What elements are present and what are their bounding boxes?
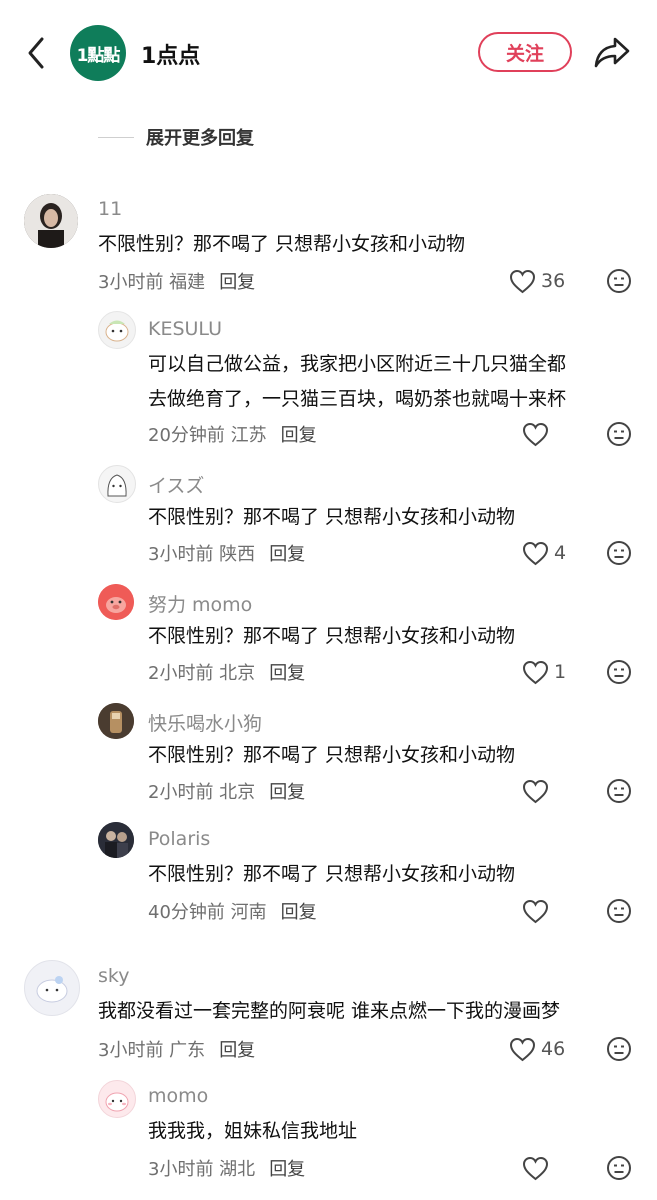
heart-icon [522,422,549,446]
reply-text-line-1: 可以自己做公益，我家把小区附近三十几只猫全都 [148,353,567,375]
reply-username[interactable]: momo [148,1085,208,1107]
time-location: 20分钟前 江苏 [148,425,267,446]
avatar[interactable] [98,1080,136,1118]
time-location: 3小时前 湖北 [148,1159,256,1180]
like-count: 1 [554,661,567,683]
like-button[interactable]: 1 [522,658,566,686]
time-location: 2小时前 北京 [148,663,256,684]
heart-icon [522,1156,549,1180]
heart-icon [522,899,549,923]
reply-text: 不限性别？那不喝了 只想帮小女孩和小动物 [148,744,516,766]
like-button[interactable] [522,1154,549,1182]
reply-button[interactable]: 回复 [281,425,317,446]
time-location: 40分钟前 河南 [148,902,267,923]
heart-icon [522,541,549,565]
like-count: 46 [541,1038,566,1060]
heart-icon [509,1037,536,1061]
share-icon[interactable] [593,35,631,71]
reply-button[interactable]: 回复 [281,902,317,923]
comment-meta: 3小时前 福建 回复 [98,268,255,294]
reply-button[interactable]: 回复 [269,1159,305,1180]
reply-meta: 2小时前 北京 回复 [148,659,305,685]
top-bar: 1點點 1点点 关注 [0,0,657,105]
back-icon[interactable] [22,35,52,71]
like-button[interactable]: 36 [509,267,565,295]
heart-icon [522,779,549,803]
like-button[interactable] [522,777,549,805]
expand-more-label: 展开更多回复 [146,128,254,149]
reply-meta: 3小时前 湖北 回复 [148,1155,305,1181]
comment-text: 我都没看过一套完整的阿衰呢 谁来点燃一下我的漫画梦 [98,1000,561,1022]
reply-button[interactable]: 回复 [219,272,255,293]
reply-username[interactable]: 努力 momo [148,590,252,617]
heart-icon [509,269,536,293]
avatar[interactable] [98,584,134,620]
follow-button[interactable]: 关注 [478,32,572,72]
reply-username[interactable]: Polaris [148,828,210,850]
reply-text: 不限性别？那不喝了 只想帮小女孩和小动物 [148,863,516,885]
reply-button[interactable]: 回复 [219,1040,255,1061]
dislike-icon[interactable] [606,1036,632,1062]
heart-icon [522,660,549,684]
reply-meta: 40分钟前 河南 回复 [148,898,317,924]
like-button[interactable]: 4 [522,539,566,567]
reply-text-line-2: 去做绝育了，一只猫三百块，喝奶茶也就喝十来杯 [148,388,567,410]
logo-text: 1點點 [76,45,121,66]
expand-more-replies[interactable]: 展开更多回复 [98,125,254,149]
dislike-icon[interactable] [606,1155,632,1181]
reply-username[interactable]: KESULU [148,318,222,340]
comment-username[interactable]: sky [98,965,129,987]
reply-button[interactable]: 回复 [269,544,305,565]
avatar[interactable] [98,703,134,739]
dislike-icon[interactable] [606,268,632,294]
like-button[interactable]: 46 [509,1035,565,1063]
divider-line [98,136,134,138]
reply-button[interactable]: 回复 [269,782,305,803]
dislike-icon[interactable] [606,421,632,447]
reply-username[interactable]: 快乐喝水小狗 [148,709,262,736]
time-location: 3小时前 陕西 [148,544,256,565]
avatar[interactable] [98,822,134,858]
reply-text: 我我我，姐妹私信我地址 [148,1120,358,1142]
dislike-icon[interactable] [606,540,632,566]
account-avatar-logo[interactable]: 1點點 [70,25,126,81]
dislike-icon[interactable] [606,778,632,804]
reply-text: 不限性别？那不喝了 只想帮小女孩和小动物 [148,625,516,647]
comment-text: 不限性别？那不喝了 只想帮小女孩和小动物 [98,233,466,255]
time-location: 3小时前 福建 [98,272,206,293]
comment-meta: 3小时前 广东 回复 [98,1036,255,1062]
reply-meta: 2小时前 北京 回复 [148,778,305,804]
avatar[interactable] [98,465,136,503]
reply-meta: 3小时前 陕西 回复 [148,540,305,566]
like-count: 4 [554,542,567,564]
account-name[interactable]: 1点点 [141,38,200,70]
comment-username[interactable]: 11 [98,198,122,220]
dislike-icon[interactable] [606,898,632,924]
avatar[interactable] [24,960,80,1016]
dislike-icon[interactable] [606,659,632,685]
like-count: 36 [541,270,566,292]
avatar[interactable] [24,194,78,248]
reply-button[interactable]: 回复 [269,663,305,684]
reply-text: 不限性别？那不喝了 只想帮小女孩和小动物 [148,506,516,528]
avatar[interactable] [98,311,136,349]
reply-meta: 20分钟前 江苏 回复 [148,421,317,447]
like-button[interactable] [522,897,549,925]
reply-username[interactable]: イスズ [148,471,204,498]
time-location: 3小时前 广东 [98,1040,206,1061]
like-button[interactable] [522,420,549,448]
time-location: 2小时前 北京 [148,782,256,803]
